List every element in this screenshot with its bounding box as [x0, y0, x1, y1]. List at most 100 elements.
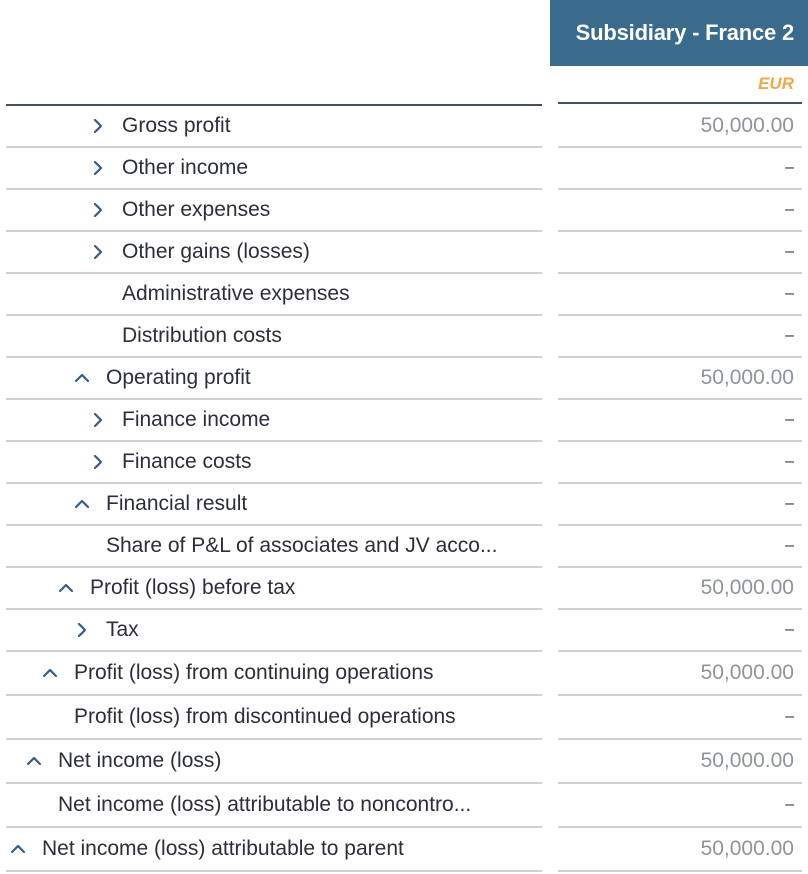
- row-value: –: [785, 453, 794, 470]
- row-label-cell: Finance income: [6, 400, 542, 442]
- header-divider-right: [558, 102, 802, 104]
- row-label: Financial result: [106, 492, 248, 515]
- chevron-right-icon[interactable]: [90, 410, 106, 430]
- row-value-cell: –: [558, 526, 802, 568]
- row-label: Administrative expenses: [122, 282, 350, 305]
- chevron-right-icon[interactable]: [74, 620, 90, 640]
- chevron-up-icon[interactable]: [10, 839, 26, 859]
- row-label-cell: Operating profit: [6, 358, 542, 400]
- table-row: Financial result –: [6, 484, 802, 526]
- row-label: Finance costs: [122, 450, 252, 473]
- row-value: –: [785, 708, 794, 725]
- row-value: –: [785, 159, 794, 176]
- table-row: Other income –: [6, 148, 802, 190]
- row-label-cell: Distribution costs: [6, 316, 542, 358]
- row-value: –: [785, 796, 794, 813]
- row-value: 50,000.00: [700, 576, 794, 599]
- row-label-cell: Financial result: [6, 484, 542, 526]
- row-label: Finance income: [122, 408, 271, 431]
- row-label-cell: Tax: [6, 610, 542, 652]
- row-value-cell: –: [558, 274, 802, 316]
- row-label-cell: Profit (loss) from discontinued operatio…: [6, 696, 542, 740]
- chevron-right-icon[interactable]: [90, 116, 106, 136]
- chevron-right-icon[interactable]: [90, 158, 106, 178]
- row-label: Net income (loss): [58, 749, 222, 772]
- table-row: Share of P&L of associates and JV acco..…: [6, 526, 802, 568]
- row-label: Tax: [106, 618, 139, 641]
- row-value-cell: –: [558, 232, 802, 274]
- row-value-cell: –: [558, 190, 802, 232]
- row-label-cell: Administrative expenses: [6, 274, 542, 316]
- row-value-cell: –: [558, 784, 802, 828]
- column-title: Subsidiary - France 2: [575, 20, 795, 45]
- row-label-cell: Profit (loss) before tax: [6, 568, 542, 610]
- chevron-up-icon[interactable]: [74, 368, 90, 388]
- chevron-up-icon[interactable]: [42, 663, 58, 683]
- row-label-cell: Net income (loss) attributable to parent: [6, 828, 542, 872]
- row-value: –: [785, 495, 794, 512]
- row-label-cell: Other gains (losses): [6, 232, 542, 274]
- row-value: –: [785, 621, 794, 638]
- row-label: Net income (loss) attributable to parent: [42, 837, 404, 860]
- row-value-cell: –: [558, 316, 802, 358]
- row-label-cell: Finance costs: [6, 442, 542, 484]
- row-value-cell: –: [558, 442, 802, 484]
- row-value-cell: –: [558, 400, 802, 442]
- table-row: Finance income –: [6, 400, 802, 442]
- row-label-cell: Net income (loss): [6, 740, 542, 784]
- row-label-cell: Share of P&L of associates and JV acco..…: [6, 526, 542, 568]
- row-value-cell: 50,000.00: [558, 568, 802, 610]
- row-value-cell: –: [558, 696, 802, 740]
- table-row: Net income (loss) attributable to parent…: [6, 828, 802, 872]
- column-header: Subsidiary - France 2: [550, 0, 808, 66]
- row-label: Share of P&L of associates and JV acco..…: [106, 534, 498, 557]
- chevron-right-icon[interactable]: [90, 242, 106, 262]
- row-value: 50,000.00: [700, 661, 794, 684]
- row-value-cell: –: [558, 484, 802, 526]
- table-row: Finance costs –: [6, 442, 802, 484]
- chevron-up-icon[interactable]: [26, 751, 42, 771]
- row-label: Profit (loss) from discontinued operatio…: [74, 705, 456, 728]
- chevron-right-icon[interactable]: [90, 452, 106, 472]
- row-value-cell: 50,000.00: [558, 740, 802, 784]
- row-value-cell: –: [558, 610, 802, 652]
- row-value: 50,000.00: [700, 366, 794, 389]
- pl-table: Gross profit 50,000.00 Other income – Other …: [6, 106, 802, 872]
- row-value-cell: 50,000.00: [558, 106, 802, 148]
- table-row: Gross profit 50,000.00: [6, 106, 802, 148]
- row-label-cell: Profit (loss) from continuing operations: [6, 652, 542, 696]
- row-value: –: [785, 411, 794, 428]
- row-value: 50,000.00: [700, 837, 794, 860]
- row-label: Gross profit: [122, 114, 231, 137]
- chevron-up-icon[interactable]: [74, 494, 90, 514]
- table-row: Profit (loss) before tax 50,000.00: [6, 568, 802, 610]
- row-value: –: [785, 327, 794, 344]
- row-value: 50,000.00: [700, 114, 794, 137]
- table-row: Administrative expenses –: [6, 274, 802, 316]
- row-label-cell: Net income (loss) attributable to noncon…: [6, 784, 542, 828]
- chevron-up-icon[interactable]: [58, 578, 74, 598]
- row-label-cell: Other expenses: [6, 190, 542, 232]
- table-row: Net income (loss) 50,000.00: [6, 740, 802, 784]
- row-label: Other gains (losses): [122, 240, 310, 263]
- table-row: Profit (loss) from discontinued operatio…: [6, 696, 802, 740]
- table-row: Net income (loss) attributable to noncon…: [6, 784, 802, 828]
- row-value: –: [785, 201, 794, 218]
- table-row: Profit (loss) from continuing operations…: [6, 652, 802, 696]
- row-label: Other income: [122, 156, 249, 179]
- row-label-cell: Gross profit: [6, 106, 542, 148]
- row-label: Distribution costs: [122, 324, 282, 347]
- currency-label: EUR: [758, 74, 794, 93]
- row-label: Net income (loss) attributable to noncon…: [58, 793, 472, 816]
- row-value-cell: 50,000.00: [558, 828, 802, 872]
- row-label: Profit (loss) before tax: [90, 576, 296, 599]
- row-value: –: [785, 537, 794, 554]
- row-value-cell: 50,000.00: [558, 358, 802, 400]
- table-row: Distribution costs –: [6, 316, 802, 358]
- row-value: –: [785, 243, 794, 260]
- table-row: Other gains (losses) –: [6, 232, 802, 274]
- row-value-cell: 50,000.00: [558, 652, 802, 696]
- chevron-right-icon[interactable]: [90, 200, 106, 220]
- row-label-cell: Other income: [6, 148, 542, 190]
- row-label: Profit (loss) from continuing operations: [74, 661, 434, 684]
